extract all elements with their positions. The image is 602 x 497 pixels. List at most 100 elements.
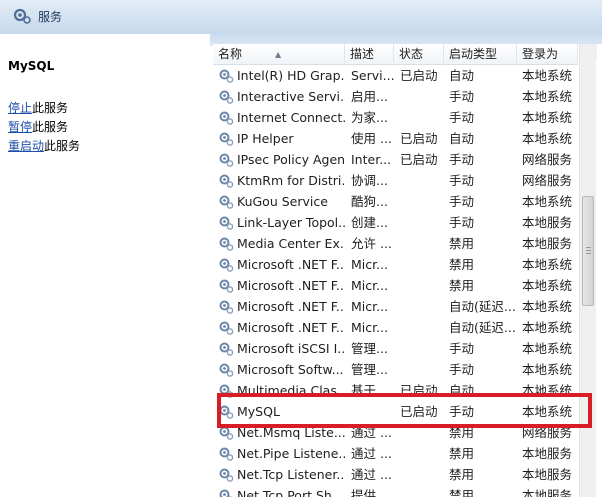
service-name: Microsoft .NET F... [237, 320, 345, 335]
service-description: 管理... [351, 362, 388, 377]
service-logon-as: 本地系统 [522, 362, 573, 377]
service-description: 通过 ... [351, 467, 392, 482]
service-gear-icon [219, 153, 234, 167]
service-status [400, 485, 446, 497]
service-logon-as: 本地服务 [522, 215, 573, 230]
service-status [400, 107, 446, 128]
service-logon-as: 本地服务 [522, 467, 573, 482]
service-startup-type: 手动 [449, 215, 475, 230]
pause-service-link[interactable]: 暂停 [8, 120, 32, 134]
service-gear-icon [219, 132, 234, 146]
service-status [400, 233, 446, 254]
column-name[interactable]: 名称 ▲ [213, 44, 345, 65]
service-description: Servi... [351, 68, 395, 83]
table-row[interactable]: Microsoft .NET F... Micr... 禁用 本地系统 [213, 275, 578, 296]
mysql-highlight-box [217, 393, 592, 428]
service-description: Inter... [351, 152, 392, 167]
service-logon-as: 本地系统 [522, 89, 573, 104]
service-name: Microsoft .NET F... [237, 257, 345, 272]
action-pause-suffix: 此服务 [32, 120, 69, 134]
column-logon-as[interactable]: 登录为 [517, 44, 578, 65]
service-description: 为家... [351, 110, 388, 125]
service-startup-type: 手动 [449, 341, 475, 356]
service-gear-icon [219, 447, 234, 461]
table-row[interactable]: Net.Tcp Port Sh... 提供 ... 禁用 本地服务 [213, 485, 578, 497]
table-row[interactable]: Intel(R) HD Grap... Servi... 已启动 自动 本地系统 [213, 65, 578, 86]
table-row[interactable]: Microsoft Softw... 管理... 手动 本地系统 [213, 359, 578, 380]
service-description: Micr... [351, 278, 389, 293]
stop-service-link[interactable]: 停止 [8, 101, 32, 115]
service-logon-as: 本地服务 [522, 236, 573, 251]
table-row[interactable]: IPsec Policy Agent Inter... 已启动 手动 网络服务 [213, 149, 578, 170]
column-startup-type[interactable]: 启动类型 [444, 44, 517, 65]
service-logon-as: 本地服务 [522, 446, 573, 461]
service-description: Micr... [351, 299, 389, 314]
service-logon-as: 本地系统 [522, 194, 573, 209]
table-row[interactable]: Net.Tcp Listener... 通过 ... 禁用 本地服务 [213, 464, 578, 485]
service-startup-type: 手动 [449, 89, 475, 104]
service-startup-type: 禁用 [449, 236, 475, 251]
service-status: 已启动 [400, 68, 438, 83]
table-row[interactable]: Interactive Servi... 启用... 手动 本地系统 [213, 86, 578, 107]
action-stop-suffix: 此服务 [32, 101, 69, 115]
service-description: Micr... [351, 257, 389, 272]
window-header: 服务 [0, 0, 602, 34]
action-stop: 停止此服务 [8, 99, 68, 116]
service-status [400, 275, 446, 296]
service-name: Net.Tcp Port Sh... [237, 488, 344, 497]
service-logon-as: 本地系统 [522, 299, 573, 314]
service-status [400, 86, 446, 107]
service-startup-type: 禁用 [449, 446, 475, 461]
service-name: KuGou Service [237, 194, 328, 209]
table-row[interactable]: Internet Connect... 为家... 手动 本地系统 [213, 107, 578, 128]
table-row[interactable]: Microsoft .NET F... Micr... 自动(延迟... 本地系统 [213, 317, 578, 338]
service-description: 协调... [351, 173, 388, 188]
scroll-thumb[interactable] [582, 196, 594, 306]
table-row[interactable]: Microsoft iSCSI I... 管理... 手动 本地系统 [213, 338, 578, 359]
column-description[interactable]: 描述 [345, 44, 394, 65]
service-logon-as: 本地系统 [522, 257, 573, 272]
service-status [400, 338, 446, 359]
thumb-grip [586, 247, 591, 248]
service-name: Interactive Servi... [237, 89, 345, 104]
service-name: Net.Pipe Listene... [237, 446, 345, 461]
restart-service-link[interactable]: 重启动 [8, 139, 44, 153]
service-status [400, 296, 446, 317]
service-name: Microsoft iSCSI I... [237, 341, 345, 356]
table-row[interactable]: IP Helper 使用 ... 已启动 自动 本地系统 [213, 128, 578, 149]
table-row[interactable]: Microsoft .NET F... Micr... 禁用 本地系统 [213, 254, 578, 275]
service-description: 管理... [351, 341, 388, 356]
table-row[interactable]: KtmRm for Distri... 协调... 手动 网络服务 [213, 170, 578, 191]
details-inner: MySQL 停止此服务 暂停此服务 重启动此服务 [0, 44, 210, 497]
table-row[interactable]: Net.Pipe Listene... 通过 ... 禁用 本地服务 [213, 443, 578, 464]
service-gear-icon [219, 216, 234, 230]
service-status [400, 317, 446, 338]
service-gear-icon [219, 90, 234, 104]
service-name: Intel(R) HD Grap... [237, 68, 345, 83]
service-startup-type: 手动 [449, 173, 475, 188]
vertical-scrollbar[interactable] [579, 44, 597, 497]
service-startup-type: 禁用 [449, 257, 475, 272]
column-status[interactable]: 状态 [394, 44, 444, 65]
table-row[interactable]: KuGou Service 酷狗... 手动 本地系统 [213, 191, 578, 212]
column-header: 名称 ▲ 描述 状态 启动类型 登录为 [213, 44, 578, 65]
service-gear-icon [219, 321, 234, 335]
table-row[interactable]: Media Center Ex... 允许 ... 禁用 本地服务 [213, 233, 578, 254]
service-gear-icon [219, 468, 234, 482]
service-gear-icon [219, 237, 234, 251]
scroll-up-button[interactable] [580, 44, 597, 61]
sort-ascending-icon: ▲ [275, 50, 282, 59]
service-name: Media Center Ex... [237, 236, 345, 251]
service-startup-type: 自动 [449, 131, 475, 146]
column-name-label: 名称 [218, 47, 243, 61]
action-restart: 重启动此服务 [8, 137, 80, 154]
table-row[interactable]: Link-Layer Topol... 创建... 手动 本地服务 [213, 212, 578, 233]
service-startup-type: 禁用 [449, 488, 475, 497]
service-gear-icon [219, 489, 233, 497]
service-logon-as: 本地系统 [522, 278, 573, 293]
table-row[interactable]: Microsoft .NET F... Micr... 自动(延迟... 本地系统 [213, 296, 578, 317]
service-name: Microsoft Softw... [237, 362, 344, 377]
service-gear-icon [219, 258, 234, 272]
action-pause: 暂停此服务 [8, 118, 68, 135]
service-description: 酷狗... [351, 194, 388, 209]
